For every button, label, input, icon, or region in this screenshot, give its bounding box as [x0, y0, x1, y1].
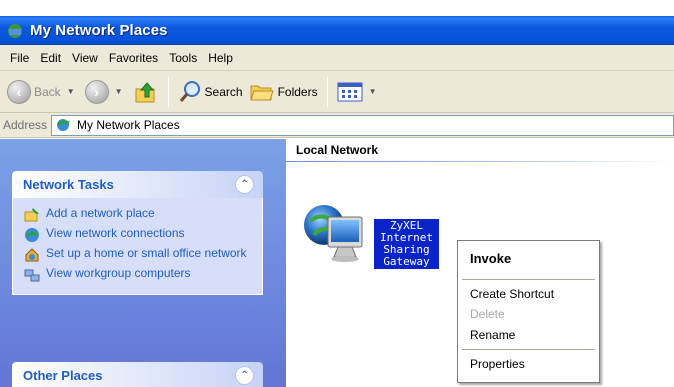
forward-button[interactable]: › ▼: [82, 75, 130, 109]
network-tasks-panel: Network Tasks ⌃ Add a network place View…: [12, 171, 263, 295]
toolbar-separator: [167, 76, 169, 107]
search-label: Search: [204, 84, 243, 99]
back-button[interactable]: ‹ Back ▼: [4, 75, 82, 109]
menu-separator: [462, 349, 595, 350]
context-menu: Invoke Create Shortcut Delete Rename Pro…: [457, 240, 600, 383]
network-tasks-title: Network Tasks: [23, 177, 114, 192]
folders-button[interactable]: Folders: [246, 75, 321, 109]
views-icon: [337, 82, 363, 101]
up-folder-icon: [135, 81, 155, 102]
device-label-line: Gateway: [383, 255, 430, 268]
menu-favorites[interactable]: Favorites: [104, 45, 164, 71]
address-field[interactable]: My Network Places: [51, 114, 674, 136]
task-view-workgroup-computers[interactable]: View workgroup computers: [24, 266, 254, 283]
context-create-shortcut[interactable]: Create Shortcut: [458, 282, 599, 306]
menu-separator: [462, 279, 595, 280]
menu-tools[interactable]: Tools: [164, 45, 203, 71]
menu-help[interactable]: Help: [203, 45, 239, 71]
menu-file[interactable]: File: [5, 45, 35, 71]
task-setup-home-network[interactable]: Set up a home or small office network: [24, 246, 254, 263]
window-title: My Network Places: [30, 22, 168, 39]
group-title: Local Network: [296, 143, 379, 157]
device-label: ZyXEL Internet Sharing Gateway: [374, 219, 439, 269]
back-dropdown-icon[interactable]: ▼: [67, 87, 75, 96]
network-places-icon: [8, 23, 22, 38]
collapse-chevron-icon[interactable]: ⌃: [235, 366, 254, 385]
back-label: Back: [34, 84, 61, 99]
task-label: View network connections: [46, 226, 185, 240]
group-divider: [286, 161, 674, 162]
other-places-panel: Other Places ⌃: [12, 362, 263, 387]
other-places-title: Other Places: [23, 368, 103, 383]
toolbar-separator: [326, 76, 328, 107]
network-connections-icon: [25, 228, 39, 242]
address-value: My Network Places: [77, 118, 180, 132]
network-places-icon: [56, 119, 70, 131]
menu-bar: File Edit View Favorites Tools Help: [0, 45, 674, 71]
other-places-header[interactable]: Other Places ⌃: [12, 362, 263, 387]
workgroup-computers-icon: [24, 269, 40, 282]
task-label: Add a network place: [46, 206, 155, 220]
task-view-network-connections[interactable]: View network connections: [24, 226, 254, 243]
add-network-place-icon: [24, 208, 39, 222]
context-rename[interactable]: Rename: [458, 323, 599, 347]
context-properties[interactable]: Properties: [458, 352, 599, 376]
forward-dropdown-icon[interactable]: ▼: [115, 87, 123, 96]
address-label: Address: [3, 118, 48, 132]
forward-arrow-icon: ›: [84, 79, 109, 104]
home-network-icon: [25, 248, 39, 262]
up-folder-button[interactable]: [130, 75, 162, 109]
collapse-chevron-icon[interactable]: ⌃: [235, 175, 254, 194]
menu-view[interactable]: View: [67, 45, 104, 71]
views-dropdown-icon[interactable]: ▼: [369, 87, 377, 96]
views-button[interactable]: ▼: [334, 75, 384, 109]
network-computer-icon: [304, 205, 363, 262]
task-label: Set up a home or small office network: [46, 246, 247, 260]
title-bar[interactable]: My Network Places: [0, 16, 674, 45]
search-button[interactable]: Search: [175, 75, 246, 109]
folders-label: Folders: [277, 84, 318, 99]
address-bar: Address My Network Places: [0, 113, 674, 138]
toolbar: ‹ Back ▼ › ▼ Search Folders ▼: [0, 71, 674, 113]
task-label: View workgroup computers: [46, 266, 191, 280]
back-arrow-icon: ‹: [7, 79, 31, 104]
folders-icon: [249, 85, 274, 100]
task-pane: Network Tasks ⌃ Add a network place View…: [0, 139, 286, 387]
search-icon: [179, 80, 200, 102]
menu-edit[interactable]: Edit: [35, 45, 67, 71]
task-add-network-place[interactable]: Add a network place: [24, 206, 254, 223]
context-invoke[interactable]: Invoke: [458, 241, 599, 277]
context-delete: Delete: [470, 307, 505, 321]
network-tasks-body: Add a network place View network connect…: [12, 198, 263, 295]
explorer-window: My Network Places File Edit View Favorit…: [0, 0, 674, 387]
network-tasks-header[interactable]: Network Tasks ⌃: [12, 171, 263, 198]
